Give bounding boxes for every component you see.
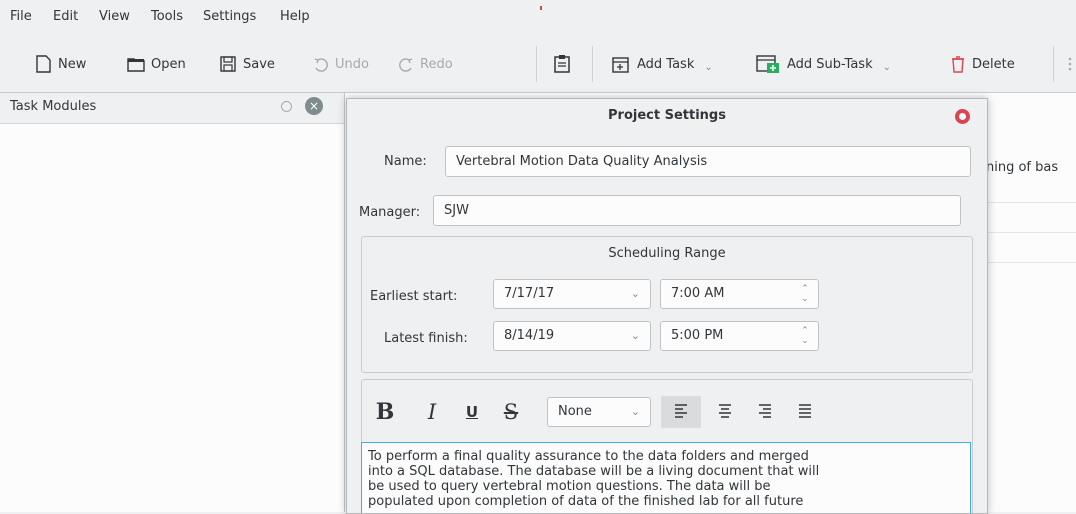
menu-file[interactable]: File (10, 9, 32, 24)
align-left-button[interactable] (661, 396, 701, 428)
float-icon[interactable] (281, 101, 292, 112)
align-right-icon (759, 404, 771, 418)
list-style-value: None (558, 404, 592, 419)
folder-open-icon (127, 58, 145, 72)
earliest-date-select[interactable]: 7/17/17 ⌄ (493, 279, 651, 309)
strikethrough-button[interactable]: S (500, 396, 522, 428)
toolbar-separator (592, 46, 593, 82)
dialog-title: Project Settings (608, 108, 726, 123)
name-label: Name: (384, 154, 427, 169)
delete-button[interactable]: Delete (950, 53, 1015, 75)
redo-button[interactable]: Redo (398, 53, 453, 75)
menu-edit[interactable]: Edit (53, 9, 78, 24)
underline-button[interactable]: U (461, 396, 483, 428)
new-label: New (58, 56, 87, 72)
spin-arrows-icon[interactable]: ⌃ ⌄ (800, 326, 810, 346)
delete-label: Delete (972, 56, 1015, 72)
earliest-time-spinbox[interactable]: 7:00 AM ⌃ ⌄ (660, 279, 819, 309)
add-subtask-label: Add Sub-Task (787, 56, 873, 72)
italic-button[interactable]: I (421, 396, 443, 428)
chevron-down-icon[interactable]: ⌄ (883, 62, 891, 73)
add-task-label: Add Task (637, 56, 695, 72)
spin-arrows-icon[interactable]: ⌃ ⌄ (800, 284, 810, 304)
close-icon[interactable] (955, 109, 970, 124)
open-button[interactable]: Open (127, 53, 186, 75)
bold-button[interactable]: B (373, 396, 397, 428)
chevron-down-icon: ⌄ (630, 287, 640, 300)
redo-label: Redo (420, 56, 453, 72)
task-modules-panel (0, 93, 345, 512)
dialog-titlebar[interactable]: Project Settings (347, 99, 987, 133)
latest-finish-label: Latest finish: (384, 331, 468, 346)
save-label: Save (243, 56, 275, 72)
row-divider (986, 202, 1076, 203)
add-task-button[interactable]: Add Task ⌄ (611, 53, 713, 75)
align-right-button[interactable] (747, 396, 783, 428)
chevron-down-icon: ⌄ (630, 329, 640, 342)
description-line: populated upon completion of data of the… (368, 494, 804, 509)
align-justify-button[interactable] (787, 396, 823, 428)
menubar: File Edit View Tools Settings Help (0, 0, 1076, 36)
chevron-down-icon[interactable]: ⌄ (704, 62, 712, 73)
scheduling-range-group: Scheduling Range Earliest start: 7/17/17… (361, 236, 973, 373)
align-left-icon (675, 404, 687, 418)
trash-icon (952, 56, 964, 73)
toolbar: New Open Save Undo Redo Add Task ⌄ Add S… (0, 36, 1076, 93)
background-text: ning of bas (986, 160, 1059, 175)
more-icon (1068, 57, 1072, 71)
manager-field[interactable]: SJW (433, 195, 961, 226)
latest-time-value: 5:00 PM (671, 328, 724, 343)
latest-time-spinbox[interactable]: 5:00 PM ⌃ ⌄ (660, 321, 819, 351)
menu-view[interactable]: View (99, 9, 130, 24)
description-line: be used to query vertebral motion questi… (368, 479, 771, 494)
add-task-icon (612, 57, 629, 73)
earliest-start-label: Earliest start: (370, 289, 458, 304)
add-subtask-button[interactable]: Add Sub-Task ⌄ (755, 53, 891, 75)
overflow-button[interactable] (1066, 53, 1074, 75)
save-icon (220, 56, 236, 72)
clipboard-button[interactable] (552, 53, 572, 75)
name-field[interactable]: Vertebral Motion Data Quality Analysis (445, 146, 971, 177)
undo-button[interactable]: Undo (313, 53, 369, 75)
close-icon[interactable]: × (305, 97, 323, 115)
latest-date-value: 8/14/19 (504, 328, 555, 343)
menu-tools[interactable]: Tools (151, 9, 183, 24)
menu-settings[interactable]: Settings (203, 9, 256, 24)
redo-icon (399, 58, 413, 72)
row-divider (986, 262, 1076, 263)
manager-label: Manager: (359, 205, 421, 220)
earliest-time-value: 7:00 AM (671, 286, 725, 301)
open-label: Open (151, 56, 186, 72)
new-button[interactable]: New (34, 53, 86, 75)
description-line: into a SQL database. The database will b… (368, 464, 820, 479)
latest-date-select[interactable]: 8/14/19 ⌄ (493, 321, 651, 351)
dock-title: Task Modules (10, 99, 97, 114)
align-center-button[interactable] (707, 396, 743, 428)
undo-label: Undo (335, 56, 369, 72)
chevron-down-icon: ⌄ (630, 405, 640, 418)
project-settings-dialog: Project Settings Name: Vertebral Motion … (346, 98, 988, 514)
indicator-mark (540, 6, 542, 10)
scheduling-title: Scheduling Range (608, 246, 726, 261)
undo-icon (314, 58, 328, 72)
toolbar-separator (1053, 46, 1054, 82)
new-document-icon (36, 55, 51, 73)
align-justify-icon (799, 404, 811, 418)
list-style-select[interactable]: None ⌄ (547, 397, 651, 427)
clipboard-icon (554, 55, 570, 73)
description-line: To perform a final quality assurance to … (368, 449, 809, 464)
description-textarea[interactable]: To perform a final quality assurance to … (361, 442, 971, 513)
row-divider (986, 232, 1076, 233)
align-center-icon (719, 404, 731, 418)
earliest-date-value: 7/17/17 (504, 286, 555, 301)
menu-help[interactable]: Help (280, 9, 310, 24)
save-button[interactable]: Save (219, 53, 275, 75)
add-subtask-icon (756, 55, 779, 73)
toolbar-separator (536, 46, 537, 82)
